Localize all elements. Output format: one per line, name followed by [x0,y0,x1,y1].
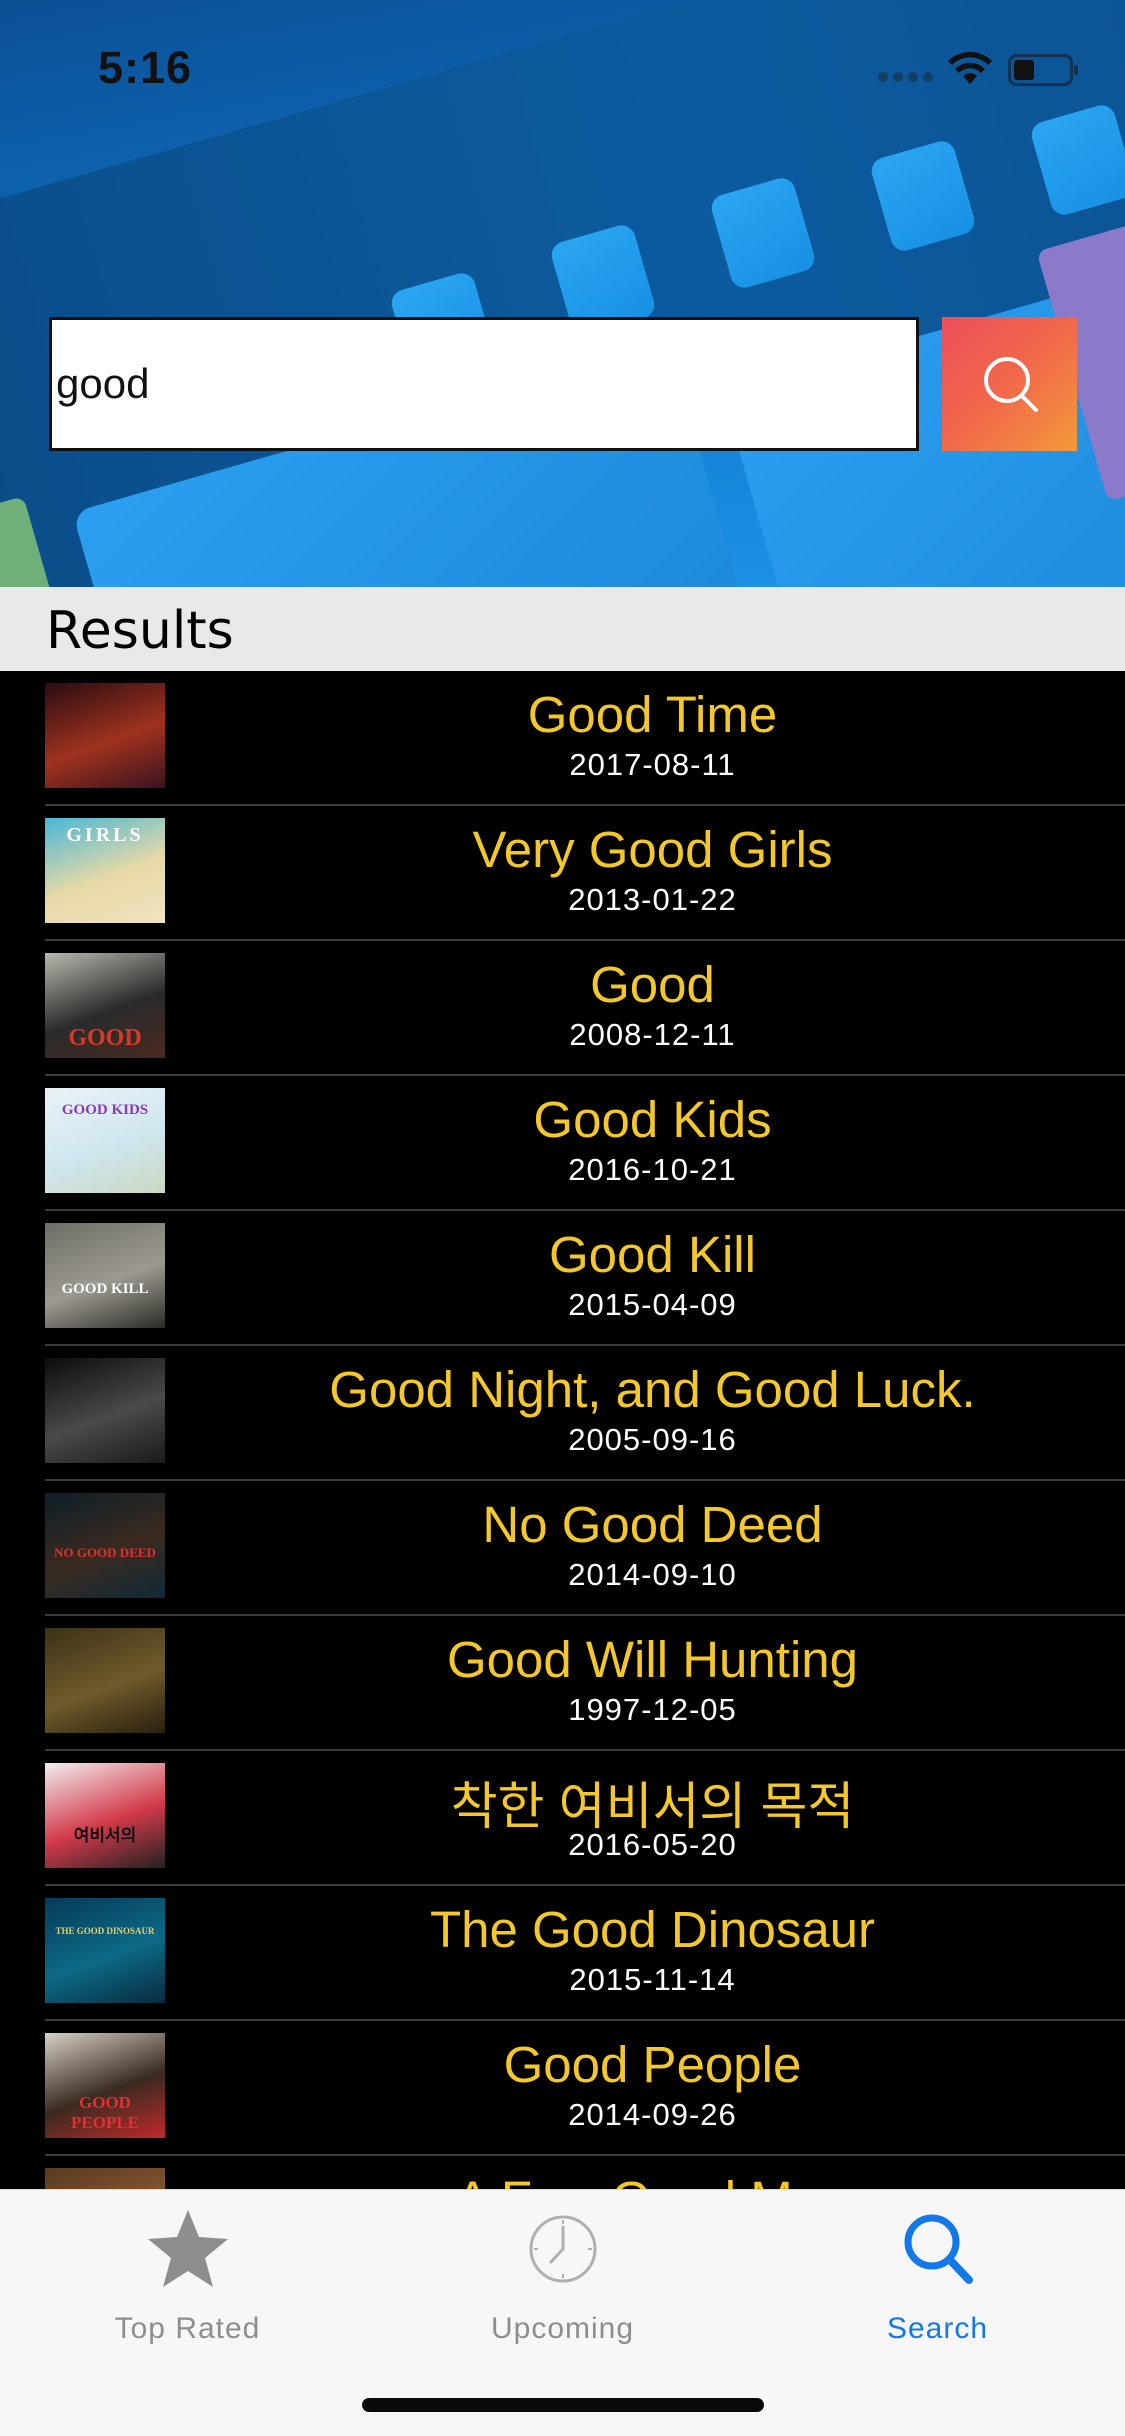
result-row[interactable]: Good Night, and Good Luck. 2005-09-16 [0,1346,1125,1481]
result-release-date: 2015-11-14 [569,1962,736,1997]
star-icon [147,2210,228,2287]
header-banner: 5:16 [0,0,1125,587]
poster-thumbnail: GOOD PEOPLE [45,2033,165,2138]
poster-thumbnail [45,683,165,788]
result-row[interactable]: GIRLS Very Good Girls 2013-01-22 [0,806,1125,941]
result-release-date: 2016-05-20 [568,1827,737,1862]
result-title: Good Night, and Good Luck. [329,1361,976,1418]
result-release-date: 1997-12-05 [568,1692,737,1727]
result-title: A Few Good Men [180,2170,1125,2189]
result-release-date: 2005-09-16 [568,1422,737,1457]
results-section-header: Results [0,587,1125,671]
tab-bar: Top Rated Upcoming Search [0,2189,1125,2436]
signal-icon [878,72,934,84]
result-release-date: 2014-09-10 [568,1557,737,1592]
result-row[interactable]: THE GOOD DINOSAUR The Good Dinosaur 2015-1… [0,1886,1125,2021]
result-title: Good People [503,2036,802,2093]
poster-thumbnail: GOOD [45,953,165,1058]
wifi-icon [948,51,992,84]
home-indicator [362,2398,764,2412]
result-row[interactable]: A Few Good Men [0,2156,1125,2189]
results-list[interactable]: Good Time 2017-08-11 GIRLS Very Good Girls 2… [0,671,1125,2189]
results-title: Results [46,601,234,661]
poster-thumbnail: THE GOOD DINOSAUR [45,1898,165,2003]
result-row[interactable]: 여비서의 착한 여비서의 목적 2016-05-20 [0,1751,1125,1886]
poster-thumbnail: GOOD KIDS [45,1088,165,1193]
result-title: Good Will Hunting [446,1631,858,1688]
poster-thumbnail [45,2168,165,2189]
poster-caption: GOOD PEOPLE [70,2093,139,2132]
poster-caption: GOOD [68,1025,142,1051]
tab-search[interactable]: Search [750,2190,1125,2370]
result-row[interactable]: NO GOOD DEED No Good Deed 2014-09-10 [0,1481,1125,1616]
tab-top-rated[interactable]: Top Rated [0,2190,375,2370]
poster-caption: GIRLS [66,824,144,846]
search-input[interactable] [49,317,919,451]
result-row[interactable]: GOOD PEOPLE Good People 2014-09-26 [0,2021,1125,2156]
poster-caption: 여비서의 [73,1826,137,1846]
result-release-date: 2008-12-11 [569,1017,736,1052]
poster-caption: NO GOOD DEED [54,1545,156,1560]
result-release-date: 2013-01-22 [568,882,737,917]
poster-thumbnail [45,1628,165,1733]
poster-thumbnail: NO GOOD DEED [45,1493,165,1598]
tab-label: Upcoming [490,2312,635,2345]
poster-thumbnail: GOOD KILL [45,1223,165,1328]
result-row[interactable]: Good Time 2017-08-11 [0,671,1125,806]
poster-caption: THE GOOD DINOSAUR [55,1926,155,1936]
result-release-date: 2016-10-21 [568,1152,737,1187]
poster-thumbnail: 여비서의 [45,1763,165,1868]
result-title: Good Kids [533,1091,772,1148]
battery-icon [1008,54,1078,86]
tab-label: Search [886,2312,989,2345]
clock-icon [529,2215,596,2283]
search-icon [983,357,1038,412]
result-title: Very Good Girls [472,821,833,878]
poster-caption: GOOD KIDS [61,1102,149,1118]
poster-caption: GOOD KILL [61,1281,149,1297]
result-row[interactable]: Good Will Hunting 1997-12-05 [0,1616,1125,1751]
status-time: 5:16 [98,42,193,93]
result-title: No Good Deed [482,1496,823,1553]
result-row[interactable]: GOOD Good 2008-12-11 [0,941,1125,1076]
result-row[interactable]: GOOD KILL Good Kill 2015-04-09 [0,1211,1125,1346]
result-title: The Good Dinosaur [429,1901,876,1958]
app-screen: 5:16 Results G [0,0,1125,2436]
result-row[interactable]: GOOD KIDS Good Kids 2016-10-21 [0,1076,1125,1211]
result-release-date: 2017-08-11 [569,747,736,782]
result-release-date: 2015-04-09 [568,1287,737,1322]
search-button[interactable] [942,317,1077,451]
status-bar: 5:16 [0,0,1125,132]
tab-label: Top Rated [114,2312,261,2345]
search-icon [904,2214,973,2284]
tab-upcoming[interactable]: Upcoming [375,2190,750,2370]
result-title: Good Kill [549,1226,756,1283]
result-release-date: 2014-09-26 [568,2097,737,2132]
result-title: Good Time [527,686,778,743]
result-title: Good [590,956,715,1013]
poster-thumbnail: GIRLS [45,818,165,923]
poster-thumbnail [45,1358,165,1463]
